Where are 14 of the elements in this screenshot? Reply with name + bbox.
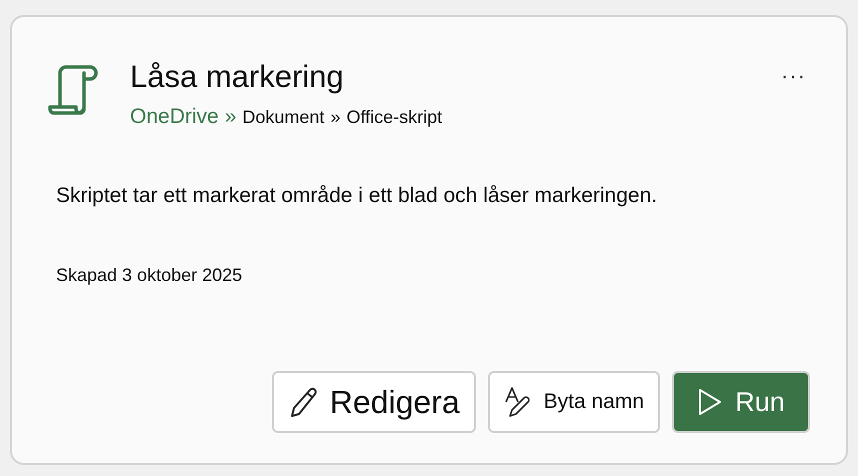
- rename-button[interactable]: Byta namn: [488, 371, 660, 433]
- more-options-button[interactable]: ···: [777, 63, 810, 89]
- breadcrumb-link[interactable]: OneDrive: [130, 105, 219, 129]
- created-date: Skapad 3 oktober 2025: [56, 265, 244, 286]
- edit-button[interactable]: Redigera: [272, 371, 476, 433]
- script-description: Skriptet tar ett markerat område i ett blad och låser markeringen.: [56, 183, 658, 209]
- breadcrumb-separator: »: [330, 107, 340, 128]
- script-title: Låsa markering: [130, 58, 345, 96]
- rename-icon: [504, 386, 532, 418]
- breadcrumb-item: Office-skript: [346, 107, 442, 128]
- breadcrumb-item: Dokument: [242, 107, 324, 128]
- run-button[interactable]: Run: [672, 371, 810, 433]
- breadcrumb-separator: »: [224, 105, 236, 129]
- play-icon: [697, 388, 724, 416]
